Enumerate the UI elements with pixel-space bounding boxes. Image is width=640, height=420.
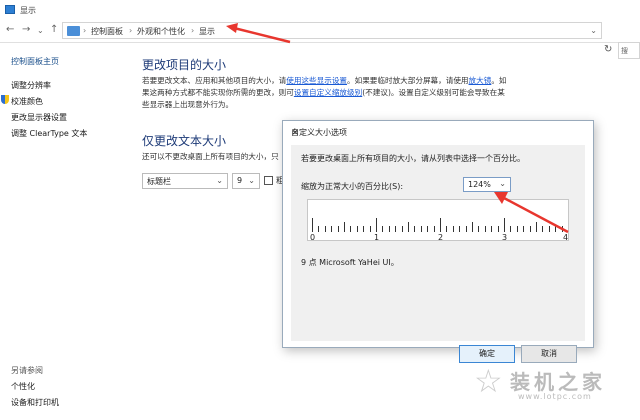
watermark-brand: 装机之家 bbox=[510, 370, 606, 394]
ruler-tick bbox=[324, 226, 326, 232]
ruler-tick bbox=[350, 226, 352, 232]
refresh-icon[interactable]: ↻ bbox=[604, 44, 617, 58]
search-input[interactable]: 搜 bbox=[618, 42, 640, 59]
ruler-tick bbox=[459, 226, 461, 232]
ruler-tick bbox=[312, 218, 313, 232]
section-title-text-size: 仅更改文本大小 bbox=[142, 134, 227, 148]
title-bar: 显示 bbox=[0, 0, 640, 20]
dialog-body: 若要更改桌面上所有项目的大小，请从列表中选择一个百分比。 缩放为正常大小的百分比… bbox=[291, 145, 585, 363]
font-size-value: 9 bbox=[237, 176, 243, 185]
ruler-tick bbox=[420, 226, 422, 232]
see-also-heading: 另请参阅 bbox=[11, 366, 43, 375]
dialog-title-bar: 自定义大小选项 × bbox=[283, 121, 593, 143]
ruler-tick bbox=[465, 226, 467, 232]
ruler-tick bbox=[433, 226, 435, 232]
address-dropdown-icon[interactable]: ⌄ bbox=[590, 26, 597, 35]
ruler-tick bbox=[344, 222, 345, 232]
ruler-tick bbox=[318, 226, 320, 232]
ruler-tick bbox=[401, 226, 403, 232]
ruler-tick bbox=[446, 226, 448, 232]
ruler-tick bbox=[427, 226, 429, 232]
breadcrumb-separator-icon: › bbox=[83, 26, 87, 35]
sample-font-text: 9 点 Microsoft YaHei UI。 bbox=[301, 258, 399, 267]
ruler-tick bbox=[369, 226, 371, 232]
ruler-label-1: 1 bbox=[374, 233, 380, 242]
desc-text: (不建议)。设置自定义级别可能会导致在某 bbox=[362, 88, 505, 97]
desc-text: 。如 bbox=[491, 76, 507, 85]
ruler-tick bbox=[452, 226, 454, 232]
close-icon[interactable]: × bbox=[291, 127, 587, 138]
desc-text: 果这两种方式都不能实现你所需的更改，则可 bbox=[142, 88, 294, 97]
magnifier-link[interactable]: 放大镜 bbox=[469, 76, 492, 85]
annotation-arrow-breadcrumb bbox=[226, 23, 291, 44]
ruler-tick bbox=[382, 226, 384, 232]
breadcrumb-control-panel[interactable]: 控制面板 bbox=[91, 26, 123, 37]
ruler-tick bbox=[414, 226, 416, 232]
shield-icon bbox=[1, 95, 9, 104]
ruler-label-0: 0 bbox=[310, 233, 316, 242]
section-description: 若要更改文本、应用和其他项目的大小，请使用这些显示设置。如果要临时放大部分屏幕，… bbox=[142, 75, 552, 111]
dialog-instruction: 若要更改桌面上所有项目的大小，请从列表中选择一个百分比。 bbox=[301, 154, 525, 163]
sidebar-item-display-settings[interactable]: 更改显示器设置 bbox=[11, 112, 67, 123]
chevron-down-icon: ⌄ bbox=[216, 176, 223, 185]
control-panel-folder-icon bbox=[67, 26, 80, 36]
item-type-select[interactable]: 标题栏 ⌄ bbox=[142, 173, 228, 189]
text-size-description: 还可以不更改桌面上所有项目的大小，只 bbox=[142, 152, 279, 161]
window-title: 显示 bbox=[20, 6, 36, 15]
desc-text: 。如果要临时放大部分屏幕，请使用 bbox=[347, 76, 469, 85]
sidebar-item-calibrate[interactable]: 校准颜色 bbox=[11, 96, 43, 107]
ruler-tick bbox=[388, 226, 390, 232]
ruler-tick bbox=[363, 226, 365, 232]
sidebar-item-cleartype[interactable]: 调整 ClearType 文本 bbox=[11, 128, 87, 139]
chevron-down-icon[interactable]: ⌄ bbox=[37, 26, 44, 35]
navigation-bar: ← → ⌄ ↑ › 控制面板 › 外观和个性化 › 显示 ⌄ ↻ 搜 bbox=[0, 20, 640, 59]
ruler-tick bbox=[484, 226, 486, 232]
sidebar-home-link[interactable]: 控制面板主页 bbox=[11, 56, 59, 67]
ruler-tick bbox=[395, 226, 397, 232]
ruler-tick bbox=[478, 226, 480, 232]
ruler-tick bbox=[376, 218, 377, 232]
ruler-tick bbox=[356, 226, 358, 232]
chevron-down-icon: ⌄ bbox=[248, 176, 255, 185]
annotation-arrow-percentage bbox=[494, 192, 569, 234]
see-also-personalization[interactable]: 个性化 bbox=[11, 381, 35, 392]
ruler-tick bbox=[440, 218, 441, 232]
chevron-down-icon: ⌄ bbox=[499, 179, 506, 188]
ruler-tick bbox=[472, 222, 473, 232]
breadcrumb-separator-icon: › bbox=[129, 26, 133, 35]
section-title-change-size: 更改项目的大小 bbox=[142, 58, 227, 72]
ruler-tick bbox=[408, 222, 409, 232]
breadcrumb-separator-icon: › bbox=[191, 26, 195, 35]
up-arrow-icon[interactable]: ↑ bbox=[50, 24, 58, 35]
watermark: ☆ 装机之家 www.lotpc.com bbox=[470, 360, 640, 420]
desc-text: 若要更改文本、应用和其他项目的大小，请 bbox=[142, 76, 287, 85]
ruler-label-2: 2 bbox=[438, 233, 444, 242]
display-app-icon bbox=[5, 5, 15, 14]
address-bar[interactable]: › 控制面板 › 外观和个性化 › 显示 ⌄ bbox=[62, 22, 602, 39]
ruler-tick bbox=[337, 226, 339, 232]
display-settings-link[interactable]: 使用这些显示设置 bbox=[286, 76, 347, 85]
bold-checkbox[interactable] bbox=[264, 176, 273, 185]
see-also-devices-printers[interactable]: 设备和打印机 bbox=[11, 397, 59, 408]
back-arrow-icon[interactable]: ← bbox=[6, 24, 14, 35]
item-type-value: 标题栏 bbox=[147, 177, 171, 186]
breadcrumb-appearance[interactable]: 外观和个性化 bbox=[137, 26, 185, 37]
watermark-url: www.lotpc.com bbox=[518, 392, 592, 401]
desc-text: 些显示器上出现意外行为。 bbox=[142, 100, 234, 109]
breadcrumb-display[interactable]: 显示 bbox=[199, 26, 215, 37]
sidebar-item-resolution[interactable]: 调整分辨率 bbox=[11, 80, 51, 91]
font-size-select[interactable]: 9 ⌄ bbox=[232, 173, 260, 189]
forward-arrow-icon[interactable]: → bbox=[22, 24, 30, 35]
custom-scaling-link[interactable]: 设置自定义缩放级别 bbox=[294, 88, 362, 97]
ruler-tick bbox=[331, 226, 333, 232]
star-logo-icon: ☆ bbox=[474, 362, 503, 400]
scale-label: 缩放为正常大小的百分比(S): bbox=[301, 182, 404, 191]
